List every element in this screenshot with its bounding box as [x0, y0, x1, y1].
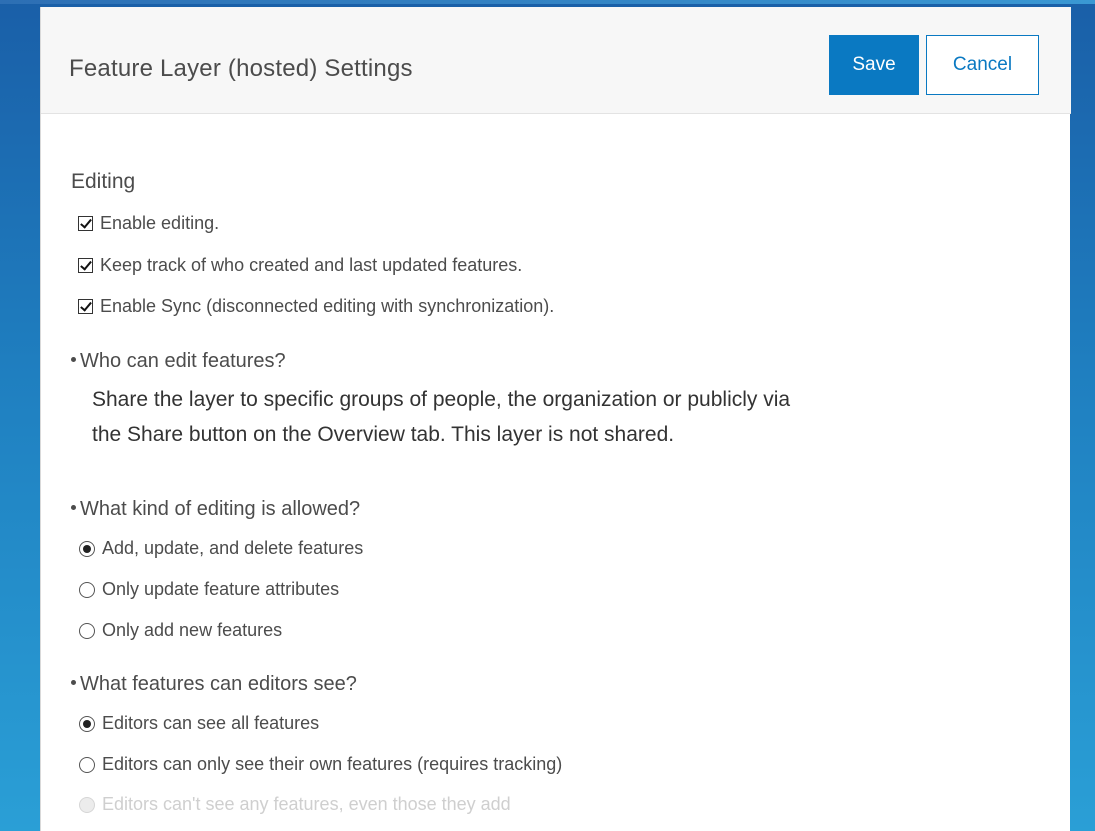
- cancel-button[interactable]: Cancel: [926, 35, 1039, 95]
- radio-see-own[interactable]: Editors can only see their own features …: [79, 754, 562, 775]
- enable-editing-checkbox[interactable]: Enable editing.: [78, 213, 219, 234]
- radio-unselected-icon[interactable]: [79, 756, 95, 773]
- who-can-edit-question: Who can edit features?: [71, 350, 286, 373]
- page-title: Feature Layer (hosted) Settings: [69, 55, 413, 82]
- radio-unselected-icon[interactable]: [79, 581, 95, 598]
- radio-update-attributes[interactable]: Only update feature attributes: [79, 579, 339, 600]
- description-line: the Share button on the Overview tab. Th…: [92, 423, 675, 446]
- top-border: [0, 0, 1095, 4]
- question-text: What kind of editing is allowed?: [80, 498, 361, 520]
- bullet-icon: [71, 505, 76, 511]
- radio-label: Editors can see all features: [102, 713, 320, 733]
- radio-see-all[interactable]: Editors can see all features: [79, 713, 319, 734]
- radio-unselected-icon[interactable]: [79, 622, 95, 639]
- panel-header: Feature Layer (hosted) Settings Save Can…: [41, 7, 1071, 114]
- question-text: What features can editors see?: [80, 673, 357, 695]
- enable-sync-checkbox[interactable]: Enable Sync (disconnected editing with s…: [78, 296, 554, 317]
- radio-see-none: Editors can't see any features, even tho…: [79, 794, 511, 815]
- radio-label: Only update feature attributes: [102, 579, 340, 599]
- settings-panel: Feature Layer (hosted) Settings Save Can…: [40, 7, 1071, 831]
- checkbox-checked-icon[interactable]: [78, 216, 93, 231]
- radio-label: Editors can't see any features, even tho…: [102, 794, 511, 814]
- editing-allowed-question: What kind of editing is allowed?: [71, 498, 360, 521]
- track-editors-checkbox[interactable]: Keep track of who created and last updat…: [78, 255, 522, 276]
- radio-add-only[interactable]: Only add new features: [79, 620, 282, 641]
- radio-label: Only add new features: [102, 620, 283, 640]
- radio-add-update-delete[interactable]: Add, update, and delete features: [79, 538, 363, 559]
- radio-label: Add, update, and delete features: [102, 538, 364, 558]
- radio-selected-icon[interactable]: [79, 540, 95, 557]
- save-button[interactable]: Save: [829, 35, 919, 95]
- bullet-icon: [71, 357, 76, 363]
- radio-selected-icon[interactable]: [79, 715, 95, 732]
- checkbox-checked-icon[interactable]: [78, 299, 93, 314]
- checkbox-label: Enable editing.: [100, 213, 220, 233]
- question-text: Who can edit features?: [80, 350, 286, 372]
- checkbox-label: Keep track of who created and last updat…: [100, 255, 523, 275]
- checkbox-label: Enable Sync (disconnected editing with s…: [100, 296, 555, 316]
- checkbox-checked-icon[interactable]: [78, 258, 93, 273]
- radio-disabled-icon: [79, 796, 95, 813]
- description-line: Share the layer to specific groups of pe…: [92, 388, 791, 411]
- who-can-edit-description: Share the layer to specific groups of pe…: [92, 382, 1052, 452]
- editors-see-question: What features can editors see?: [71, 673, 357, 696]
- radio-label: Editors can only see their own features …: [102, 754, 563, 774]
- editing-section-title: Editing: [71, 170, 136, 193]
- bullet-icon: [71, 680, 76, 686]
